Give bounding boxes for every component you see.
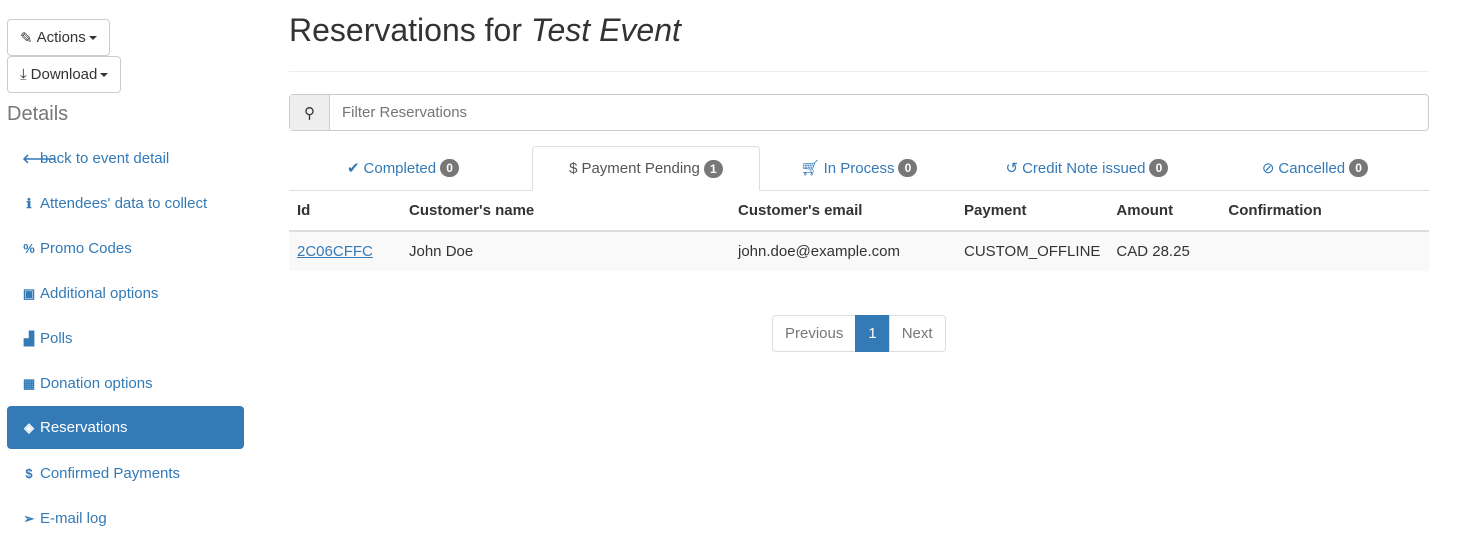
previous-page-button[interactable]: Previous bbox=[772, 315, 857, 352]
pagination: Previous 1 Next bbox=[772, 315, 946, 352]
filter-reservations-input[interactable] bbox=[330, 95, 1428, 130]
page-title: Reservations for Test Event bbox=[289, 12, 681, 48]
tab-cancelled[interactable]: ⊘ Cancelled 0 bbox=[1201, 146, 1429, 190]
table-row: 2C06CFFC John Doe john.doe@example.com C… bbox=[289, 231, 1429, 271]
page-1-button[interactable]: 1 bbox=[855, 315, 890, 352]
column-header-amount[interactable]: Amount bbox=[1108, 190, 1221, 232]
download-icon: ⤓ bbox=[20, 66, 27, 83]
tab-in-process[interactable]: 🛒︎ In Process 0 bbox=[745, 146, 973, 190]
sidebar-item-confirmed-payments[interactable]: $ Confirmed Payments bbox=[7, 451, 244, 496]
status-tabs: ✔ Completed 0 $ Payment Pending 1 🛒︎ In Proce… bbox=[289, 146, 1429, 191]
sidebar-item-donation-options[interactable]: ▦ Donation options bbox=[7, 361, 244, 406]
sidebar-item-reservations[interactable]: ◈ Reservations bbox=[7, 406, 244, 449]
confirmation bbox=[1220, 231, 1429, 271]
reservation-id-link[interactable]: 2C06CFFC bbox=[297, 243, 373, 260]
tab-credit-note-issued[interactable]: ↺ Credit Note issued 0 bbox=[973, 146, 1201, 190]
amount: CAD 28.25 bbox=[1108, 231, 1221, 271]
actions-button[interactable]: ✎ Actions bbox=[7, 19, 110, 56]
count-badge: 0 bbox=[440, 159, 460, 177]
column-header-name[interactable]: Customer's name bbox=[401, 190, 730, 232]
count-badge: 0 bbox=[898, 159, 918, 177]
pencil-icon: ✎ bbox=[20, 29, 33, 47]
sidebar-heading: Details bbox=[7, 103, 69, 125]
search-group: ⚲ bbox=[289, 94, 1429, 131]
arrow-left-icon: 🡐 bbox=[22, 150, 57, 166]
sidebar-item-back[interactable]: 🡐 back to event detail bbox=[7, 136, 244, 181]
sidebar-item-email-log[interactable]: ➢ E-mail log bbox=[7, 496, 244, 541]
gift-icon: ▦ bbox=[22, 375, 36, 391]
sidebar-item-attendees-data[interactable]: ℹ Attendees' data to collect bbox=[7, 181, 244, 226]
search-icon: ⚲ bbox=[290, 95, 330, 130]
dollar-icon: $ bbox=[25, 466, 33, 481]
customer-name: John Doe bbox=[401, 231, 730, 271]
sidebar-item-additional-options[interactable]: ▣ Additional options bbox=[7, 271, 244, 316]
bar-chart-icon: ▟ bbox=[24, 330, 34, 346]
ticket-icon: ◈ bbox=[24, 419, 34, 435]
payment-method: CUSTOM_OFFLINE bbox=[956, 231, 1109, 271]
sidebar-item-promo-codes[interactable]: % Promo Codes bbox=[7, 226, 244, 271]
count-badge: 0 bbox=[1349, 159, 1369, 177]
money-icon: ▣ bbox=[22, 285, 36, 301]
caret-down-icon bbox=[100, 72, 109, 77]
paper-plane-icon: ➢ bbox=[23, 510, 35, 526]
info-circle-icon: ℹ bbox=[26, 195, 32, 211]
download-button[interactable]: ⤓ Download bbox=[7, 56, 122, 93]
count-badge: 1 bbox=[703, 159, 723, 178]
column-header-email[interactable]: Customer's email bbox=[730, 190, 956, 232]
sidebar-nav: 🡐 back to event detail ℹ Attendees' data t… bbox=[7, 136, 244, 541]
column-header-confirmation[interactable]: Confirmation bbox=[1220, 190, 1429, 232]
percent-icon: % bbox=[23, 241, 35, 256]
shopping-cart-icon: 🛒︎ bbox=[800, 160, 820, 177]
reservations-table: Id Customer's name Customer's email Paym… bbox=[289, 190, 1429, 271]
divider bbox=[289, 71, 1429, 72]
next-page-button[interactable]: Next bbox=[888, 315, 946, 352]
customer-email: john.doe@example.com bbox=[730, 231, 956, 271]
count-badge: 0 bbox=[1149, 159, 1169, 177]
undo-icon: ↺ bbox=[1005, 160, 1019, 177]
caret-down-icon bbox=[88, 35, 97, 40]
sidebar-item-polls[interactable]: ▟ Polls bbox=[7, 316, 244, 361]
ban-icon: ⊘ bbox=[1261, 160, 1275, 177]
column-header-payment[interactable]: Payment bbox=[956, 190, 1109, 232]
dollar-icon: $ bbox=[569, 160, 578, 177]
tab-payment-pending[interactable]: $ Payment Pending 1 bbox=[532, 146, 760, 191]
column-header-id[interactable]: Id bbox=[289, 190, 401, 232]
check-circle-icon: ✔ bbox=[346, 160, 360, 177]
event-name: Test Event bbox=[530, 12, 681, 48]
tab-completed[interactable]: ✔ Completed 0 bbox=[289, 146, 517, 190]
